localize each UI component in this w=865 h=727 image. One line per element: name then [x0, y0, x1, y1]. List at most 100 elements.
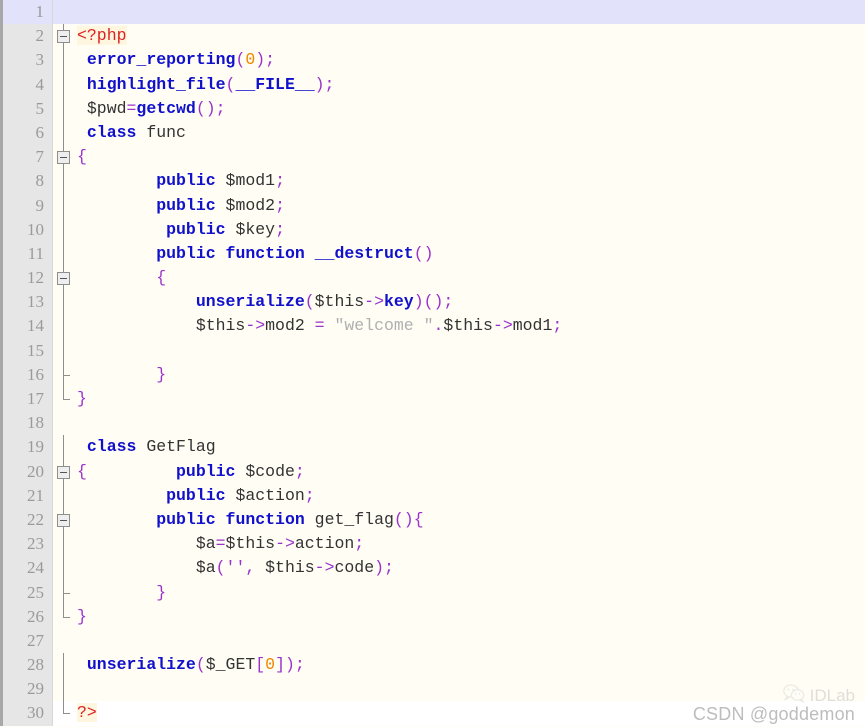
code-token: ( [225, 74, 236, 94]
code-text[interactable]: public $key; [75, 217, 865, 242]
fold-marker[interactable] [52, 459, 75, 484]
code-text[interactable] [75, 677, 865, 702]
code-token: ; [294, 461, 305, 481]
code-text[interactable]: $a=$this->action; [75, 532, 865, 557]
code-line[interactable]: 18 [0, 411, 865, 436]
code-line[interactable]: 20 { public $code; [0, 459, 865, 484]
code-token: class [86, 122, 137, 142]
code-line[interactable]: 23 $a=$this->action; [0, 532, 865, 557]
fold-marker [52, 435, 75, 460]
code-line[interactable]: 30 ?> [0, 701, 865, 726]
code-editor[interactable]: 1 2 <?php 3 error_reporting(0); 4 highlight_… [0, 0, 865, 727]
code-line[interactable]: 14 $this->mod2 = "welcome ".$this->mod1; [0, 314, 865, 339]
fold-marker [52, 677, 75, 702]
fold-marker[interactable] [52, 145, 75, 170]
code-line[interactable]: 10 public $key; [0, 217, 865, 243]
code-text[interactable]: class func [75, 120, 865, 146]
fold-marker [52, 169, 75, 194]
code-line[interactable]: 21 public $action; [0, 483, 865, 509]
code-text[interactable]: { [75, 145, 865, 170]
code-text[interactable]: $a('', $this->code); [75, 556, 865, 581]
code-line[interactable]: 11 public function __destruct() [0, 241, 865, 267]
code-text[interactable]: } [75, 580, 865, 605]
code-line[interactable]: 5 $pwd=getcwd(); [0, 96, 865, 122]
code-text[interactable] [75, 411, 865, 436]
code-text[interactable]: $pwd=getcwd(); [75, 96, 865, 121]
code-text[interactable]: { [75, 266, 865, 291]
fold-collapse-icon[interactable] [57, 513, 70, 527]
code-text[interactable]: class GetFlag [75, 435, 865, 460]
code-line[interactable]: 15 [0, 338, 865, 364]
line-number: 25 [0, 580, 52, 605]
code-line[interactable]: 7{ [0, 145, 865, 170]
fold-marker[interactable] [52, 507, 75, 533]
fold-collapse-icon[interactable] [57, 465, 70, 479]
code-text[interactable]: } [75, 362, 865, 387]
fold-marker [52, 217, 75, 243]
code-text[interactable]: public $mod1; [75, 169, 865, 194]
code-token: (); [195, 98, 226, 118]
fold-end-tick-icon [63, 399, 70, 400]
fold-collapse-icon[interactable] [57, 151, 70, 165]
code-token: key [383, 292, 414, 312]
fold-marker[interactable] [52, 24, 75, 49]
line-number: 10 [0, 217, 52, 242]
code-text[interactable]: public $action; [75, 483, 865, 508]
code-line[interactable]: 3 error_reporting(0); [0, 48, 865, 73]
code-line[interactable]: 13 unserialize($this->key)(); [0, 290, 865, 315]
code-line[interactable]: 28 unserialize($_GET[0]); [0, 653, 865, 678]
code-text[interactable]: public function get_flag(){ [75, 507, 865, 533]
fold-collapse-icon[interactable] [57, 272, 70, 286]
code-text[interactable]: unserialize($this->key)(); [75, 290, 865, 315]
code-text[interactable]: public $mod2; [75, 193, 865, 218]
code-line[interactable]: 6 class func [0, 120, 865, 146]
code-token: ( [195, 655, 206, 675]
line-number: 7 [0, 145, 52, 170]
code-text[interactable] [75, 628, 865, 654]
code-line[interactable]: 26} [0, 604, 865, 629]
code-line[interactable]: 25 } [0, 580, 865, 605]
code-line[interactable]: 12 { [0, 266, 865, 291]
code-text[interactable]: public function __destruct() [75, 241, 865, 267]
fold-marker[interactable] [52, 266, 75, 291]
code-line[interactable]: 1 [0, 0, 865, 25]
fold-marker [52, 120, 75, 146]
code-token: public [156, 243, 216, 263]
code-text[interactable]: ?> [75, 701, 865, 726]
fold-marker [52, 193, 75, 218]
code-text[interactable]: } [75, 604, 865, 629]
fold-marker [52, 241, 75, 267]
code-text[interactable] [75, 338, 865, 363]
code-line[interactable]: 9 public $mod2; [0, 193, 865, 218]
code-text[interactable]: unserialize($_GET[0]); [75, 653, 865, 678]
line-number: 17 [0, 387, 52, 412]
code-line[interactable]: 2 <?php [0, 24, 865, 49]
code-line[interactable]: 24 $a('', $this->code); [0, 556, 865, 581]
code-line[interactable]: 8 public $mod1; [0, 169, 865, 194]
code-line[interactable]: 16 } [0, 362, 865, 388]
line-number: 30 [0, 701, 52, 726]
code-line[interactable]: 22 public function get_flag(){ [0, 507, 865, 533]
code-text[interactable]: error_reporting(0); [75, 48, 865, 73]
code-text[interactable]: } [75, 387, 865, 412]
code-text[interactable]: { public $code; [75, 459, 865, 484]
code-line[interactable]: 29 [0, 677, 865, 702]
code-text[interactable]: $this->mod2 = "welcome ".$this->mod1; [75, 314, 865, 339]
line-number: 14 [0, 314, 52, 339]
fold-collapse-icon[interactable] [57, 30, 70, 44]
code-line[interactable]: 17} [0, 387, 865, 412]
code-line[interactable]: 27 [0, 628, 865, 654]
code-text[interactable]: <?php [75, 24, 865, 49]
fold-end-tick-icon [63, 592, 70, 594]
code-token: highlight_file [86, 74, 226, 94]
code-text[interactable] [75, 0, 865, 25]
code-line[interactable]: 4 highlight_file(__FILE__); [0, 72, 865, 97]
code-line[interactable]: 19 class GetFlag [0, 435, 865, 460]
line-number: 19 [0, 435, 52, 460]
code-token: public [156, 509, 216, 529]
code-text[interactable]: highlight_file(__FILE__); [75, 72, 865, 97]
